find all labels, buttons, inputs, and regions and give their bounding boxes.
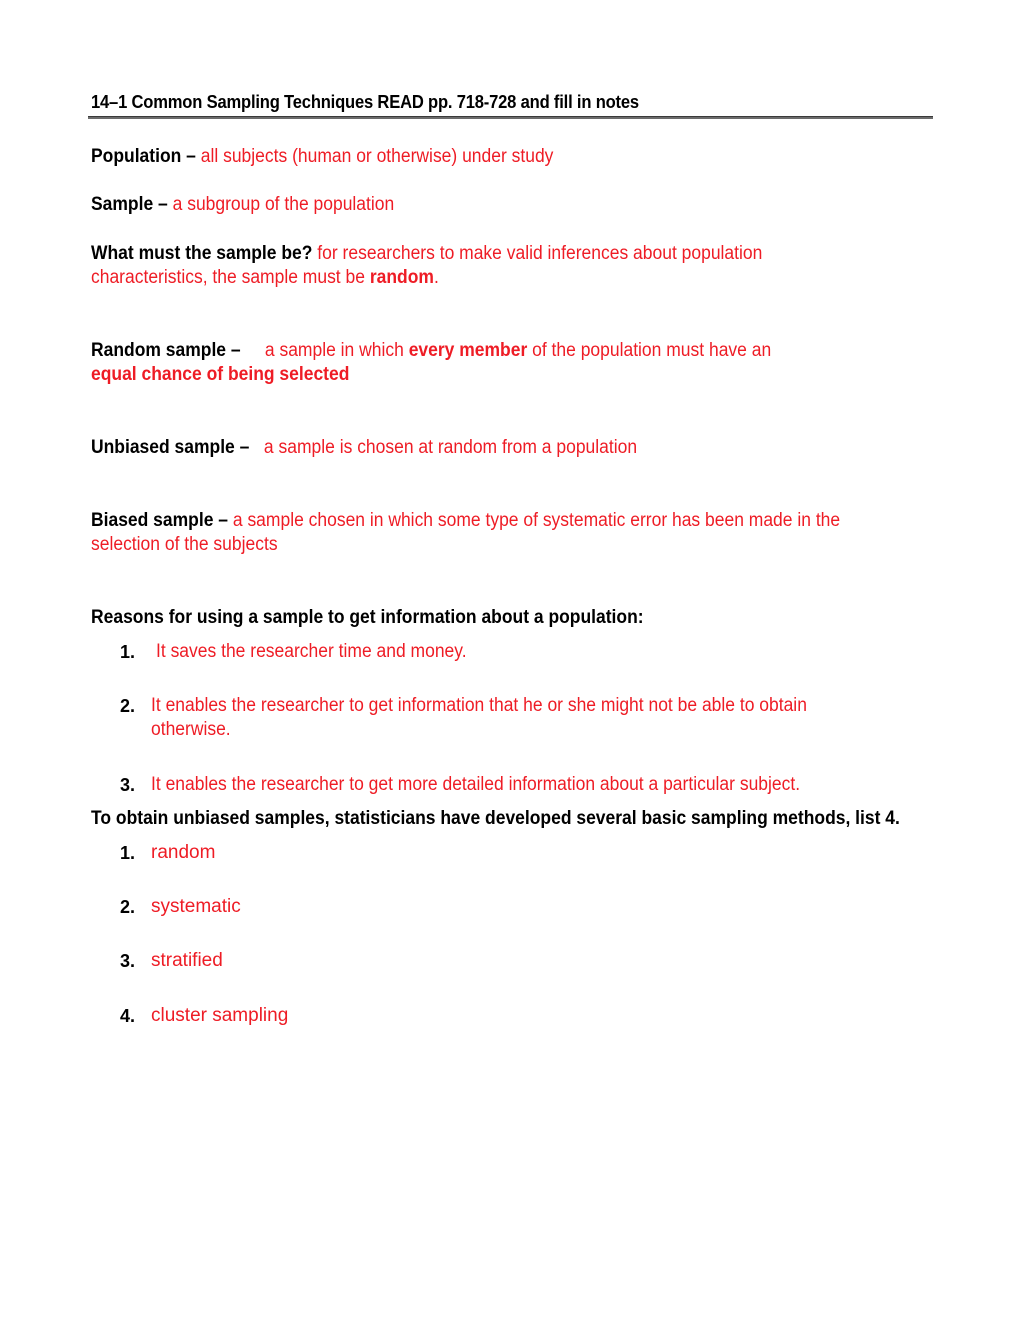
reason-item-continued: otherwise. [151,719,231,740]
reason-item: It enables the researcher to get informa… [151,695,807,716]
document-page: 14–1 Common Sampling Techniques READ pp.… [0,0,1020,1320]
method-number: 2. [120,897,136,917]
biased-sample-definition: Biased sample – a sample chosen in which… [91,509,840,533]
reason-number: 2. [120,696,136,716]
reason-item: It enables the researcher to get more de… [151,774,801,795]
what-must-answer-bold: random [369,267,434,288]
what-must-label: What must the sample be? [91,243,313,264]
method-number: 3. [120,951,136,971]
sample-definition: Sample – a subgroup of the population [91,193,394,217]
unbiased-sample-label: Unbiased sample – [91,437,250,458]
biased-sample-label: Biased sample – [91,510,229,531]
what-must-question: What must the sample be? for researchers… [91,242,762,266]
reasons-heading: Reasons for using a sample to get inform… [91,607,644,628]
unbiased-sample-answer: a sample is chosen at random from a popu… [263,437,638,458]
random-sample-answer-line2: equal chance of being selected [91,363,349,387]
unbiased-sample-definition: Unbiased sample – a sample is chosen at … [91,436,637,460]
page-title: 14–1 Common Sampling Techniques READ pp.… [91,92,639,112]
random-sample-answer-bold: every member [408,340,528,361]
what-must-answer-period: . [433,267,439,288]
random-sample-answer-post: of the population must have an [527,340,772,361]
method-item: stratified [151,950,223,971]
method-item: cluster sampling [151,1005,289,1026]
sample-answer: a subgroup of the population [172,194,395,215]
method-number: 1. [120,843,136,863]
method-number: 4. [120,1006,136,1026]
reason-number: 3. [120,775,136,795]
methods-heading: To obtain unbiased samples, statistician… [91,808,900,829]
population-answer: all subjects (human or otherwise) under … [200,146,554,167]
method-item: systematic [151,896,241,917]
random-sample-answer-line2-bold: equal chance of being selected [91,364,350,385]
what-must-answer-text: characteristics, the sample must be [91,267,370,288]
population-definition: Population – all subjects (human or othe… [91,145,553,169]
sample-label: Sample – [91,194,168,215]
method-item: random [151,842,216,863]
title-divider [88,116,933,119]
random-sample-answer-pre: a sample in which [264,340,409,361]
biased-sample-answer-line1: a sample chosen in which some type of sy… [232,510,841,531]
population-label: Population – [91,146,196,167]
biased-sample-answer-line2-wrap: selection of the subjects [91,533,278,557]
what-must-answer-line2: characteristics, the sample must be rand… [91,266,439,290]
random-sample-label: Random sample – [91,340,241,361]
biased-sample-answer-line2: selection of the subjects [91,534,278,555]
random-sample-definition: Random sample – a sample in which every … [91,339,771,363]
reason-item: It saves the researcher time and money. [156,641,467,662]
what-must-answer-line1: for researchers to make valid inferences… [317,243,763,264]
reason-number: 1. [120,642,136,662]
